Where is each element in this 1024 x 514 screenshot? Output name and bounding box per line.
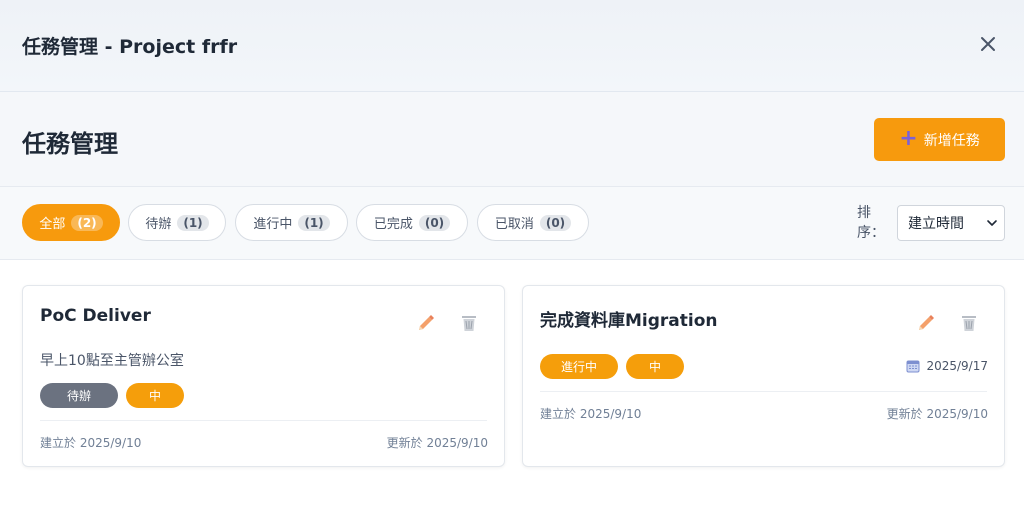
filter-cancelled[interactable]: 已取消 (0) [477,204,589,241]
filter-todo[interactable]: 待辦 (1) [128,204,226,241]
trash-icon[interactable] [459,313,479,333]
dialog-header: 任務管理 - Project frfr [0,0,1024,92]
priority-badge: 中 [126,383,184,408]
status-badge: 待辦 [40,383,118,408]
due-date: 2025/9/17 [906,359,988,373]
priority-badge: 中 [626,354,684,379]
trash-icon[interactable] [959,313,979,333]
page-header: 任務管理 + 新增任務 [0,92,1024,187]
filter-label: 已完成 [373,217,413,232]
filter-label: 進行中 [253,217,293,232]
task-card: PoC Deliver 早上10點至主管辦公室 待辦 中 建立於 2025/9/… [22,285,505,467]
pencil-icon[interactable] [416,313,436,333]
add-task-button[interactable]: + 新增任務 [874,118,1005,161]
filter-done[interactable]: 已完成 (0) [356,204,468,241]
filter-count: (1) [298,214,330,231]
due-date-value: 2025/9/17 [926,359,988,373]
task-title: 完成資料庫Migration [540,311,718,331]
sort-selected-value: 建立時間 [908,216,964,232]
task-title: PoC Deliver [40,306,151,326]
filter-label: 全部 [39,217,66,232]
dialog-title: 任務管理 - Project frfr [22,36,238,58]
filter-all[interactable]: 全部 (2) [22,204,120,241]
updated-date: 更新於 2025/9/10 [886,407,988,421]
close-icon[interactable] [978,34,998,54]
created-date: 建立於 2025/9/10 [540,407,642,421]
divider [40,420,487,421]
status-badge: 進行中 [540,354,618,379]
filter-label: 待辦 [145,217,172,232]
sort-select[interactable]: 建立時間 [897,205,1005,241]
updated-date: 更新於 2025/9/10 [386,436,488,450]
filter-count: (1) [177,214,209,231]
sort-label: 排序： [857,205,885,241]
add-task-label: 新增任務 [923,132,980,149]
filter-bar: 全部 (2) 待辦 (1) 進行中 (1) 已完成 (0) 已取消 (0) 排序… [0,187,1024,260]
page-title: 任務管理 [22,130,118,158]
filter-label: 已取消 [494,217,534,232]
plus-icon: + [899,125,918,151]
filter-count: (0) [418,214,451,231]
created-date: 建立於 2025/9/10 [40,436,142,450]
pencil-icon[interactable] [916,313,936,333]
task-description: 早上10點至主管辦公室 [40,353,184,369]
divider [540,391,987,392]
filter-in-progress[interactable]: 進行中 (1) [235,204,348,241]
task-card: 完成資料庫Migration 進行中 中 2025/9/17 建立於 2025/… [522,285,1005,467]
filter-count: (0) [539,214,572,231]
chevron-down-icon [987,220,997,226]
filter-count: (2) [71,214,103,231]
calendar-icon [906,360,920,373]
